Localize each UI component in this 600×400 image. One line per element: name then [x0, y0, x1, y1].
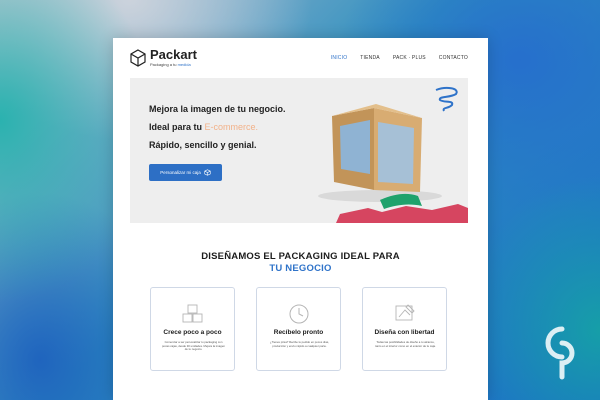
product-box-illustration: [318, 86, 468, 223]
hero-line-1: Mejora la imagen de tu negocio.: [149, 104, 286, 114]
box-logo-icon: [130, 48, 146, 67]
website-screenshot-frame: Packart Packaging a tu medida INICIO TIE…: [113, 38, 488, 400]
logo-text-group: Packart Packaging a tu medida: [150, 48, 197, 67]
hero-banner: Mejora la imagen de tu negocio. Ideal pa…: [130, 78, 468, 223]
brand-watermark-icon: [545, 326, 575, 380]
card-title: Recíbelo pronto: [273, 329, 324, 336]
customize-button-label: Personalizar mi caja: [160, 170, 201, 175]
packart-logo[interactable]: Packart Packaging a tu medida: [130, 48, 197, 67]
tagline-prefix: Packaging a tu: [150, 62, 177, 67]
card-description: Comenzar a ser personalizar tu packaging…: [162, 340, 225, 352]
card-description: ¿Tienes prisa? Recibe tu pedido en pocos…: [269, 340, 330, 348]
card-description: Todas las posibilidades de diseño a tu a…: [375, 340, 436, 348]
feature-card-delivery[interactable]: Recíbelo pronto ¿Tienes prisa? Recibe tu…: [256, 287, 341, 371]
box-icon: [204, 169, 211, 176]
section-subtitle: TU NEGOCIO: [269, 263, 332, 274]
card-title: Diseña con libertad: [374, 329, 435, 336]
section-title: DISEÑAMOS EL PACKAGING IDEAL PARA: [201, 251, 400, 262]
feature-card-design[interactable]: Diseña con libertad Todas las posibilida…: [362, 287, 447, 371]
hero-line-2-highlight: E-commerce.: [204, 122, 259, 132]
boxes-icon: [182, 304, 203, 323]
tagline-accent: medida: [177, 62, 191, 67]
brand-tagline: Packaging a tu medida: [150, 62, 197, 67]
customize-box-button[interactable]: Personalizar mi caja: [149, 164, 222, 181]
nav-contacto[interactable]: CONTACTO: [439, 55, 468, 61]
hero-line-2: Ideal para tu E-commerce.: [149, 122, 258, 132]
main-nav: INICIO TIENDA PACK · PLUS CONTACTO: [318, 55, 468, 61]
design-icon: [395, 304, 415, 321]
card-title: Crece poco a poco: [163, 329, 222, 336]
feature-card-grow[interactable]: Crece poco a poco Comenzar a ser persona…: [150, 287, 235, 371]
clock-icon: [289, 304, 309, 324]
hero-line-3: Rápido, sencillo y genial.: [149, 140, 257, 150]
nav-inicio[interactable]: INICIO: [331, 55, 347, 61]
nav-pack-plus[interactable]: PACK · PLUS: [393, 55, 426, 61]
hero-line-2-prefix: Ideal para tu: [149, 122, 203, 132]
brand-name: Packart: [150, 47, 197, 62]
nav-tienda[interactable]: TIENDA: [360, 55, 380, 61]
